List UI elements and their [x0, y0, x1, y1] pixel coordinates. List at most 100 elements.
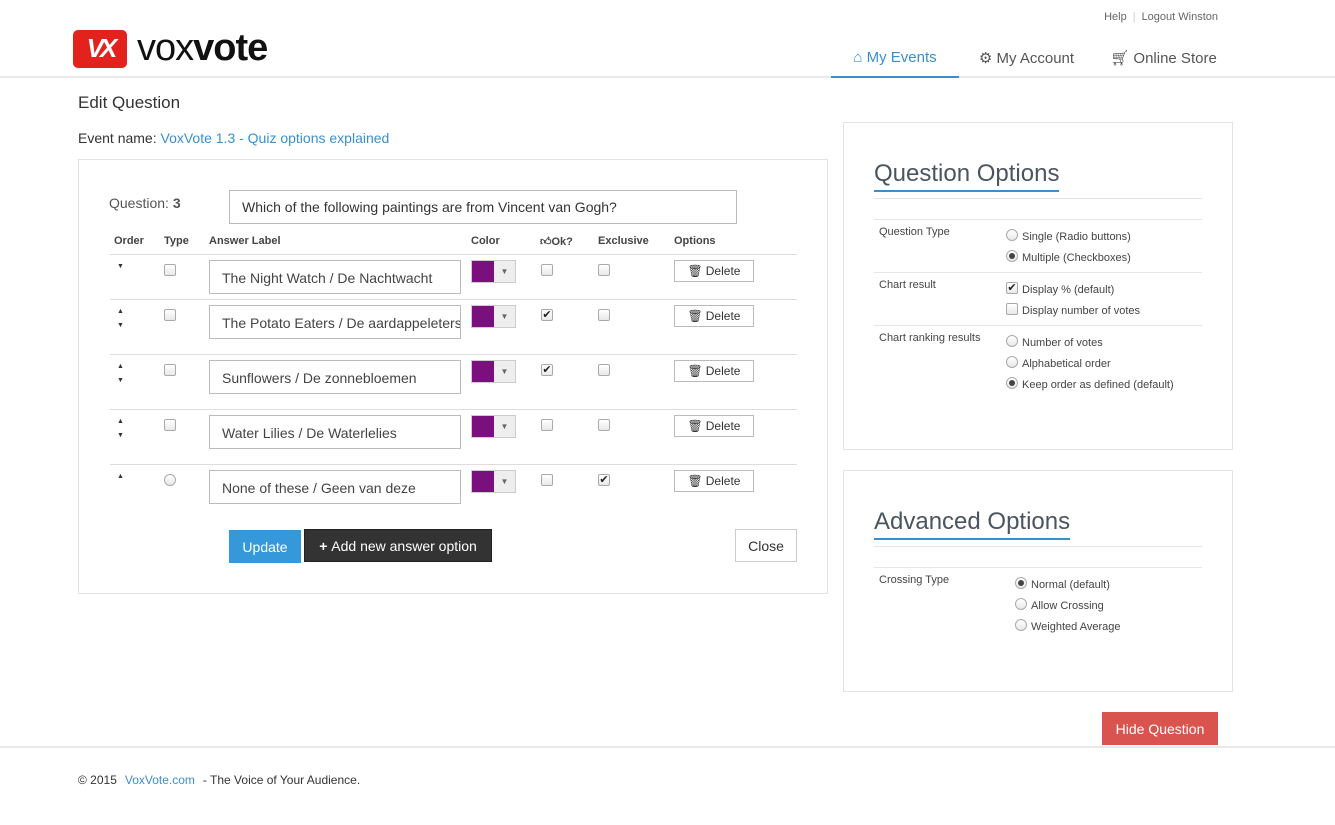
answer-label-input[interactable]: Sunflowers / De zonnebloemen	[209, 360, 461, 394]
move-up-icon[interactable]: ▲	[117, 418, 124, 425]
exclusive-checkbox[interactable]	[598, 264, 610, 276]
option-radio[interactable]	[1015, 619, 1027, 631]
col-options: Options	[674, 235, 716, 247]
move-down-icon[interactable]: ▼	[117, 322, 124, 329]
exclusive-checkbox[interactable]	[598, 364, 610, 376]
option-checkbox[interactable]	[1006, 303, 1018, 315]
type-checkbox[interactable]	[164, 364, 176, 376]
event-name: Event name: VoxVote 1.3 - Quiz options e…	[78, 130, 390, 146]
option-label: Allow Crossing	[1031, 600, 1104, 612]
option-label: Keep order as defined (default)	[1022, 379, 1174, 391]
move-up-icon[interactable]: ▲	[117, 473, 124, 480]
question-number: Question: 3	[109, 195, 181, 211]
option-group-label: Chart result	[879, 279, 936, 291]
option-radio[interactable]	[1006, 356, 1018, 368]
update-button[interactable]: Update	[229, 530, 301, 563]
option-radio[interactable]	[1015, 577, 1027, 589]
home-icon: ⌂	[853, 48, 867, 66]
ok-checkbox[interactable]	[541, 474, 553, 486]
delete-button[interactable]: 🗑︎ Delete	[674, 305, 754, 327]
option-label: Single (Radio buttons)	[1022, 231, 1131, 243]
add-answer-button[interactable]: + Add new answer option	[304, 529, 492, 562]
footer: © 2015 VoxVote.com - The Voice of Your Aud…	[78, 773, 361, 787]
answer-label-input[interactable]: The Potato Eaters / De aardappeleters	[209, 305, 461, 339]
cart-icon: 🛒︎	[1110, 50, 1134, 67]
move-up-icon[interactable]: ▲	[117, 308, 124, 315]
exclusive-checkbox[interactable]	[598, 309, 610, 321]
color-picker[interactable]: ▼	[471, 360, 516, 383]
trash-icon: 🗑︎	[687, 419, 703, 433]
ok-checkbox[interactable]	[541, 419, 553, 431]
caret-down-icon: ▼	[500, 477, 509, 486]
color-picker[interactable]: ▼	[471, 260, 516, 283]
nav-online-store[interactable]: 🛒︎ Online Store	[1105, 38, 1222, 78]
col-ok: 👍︎Ok?	[540, 236, 573, 248]
footer-link[interactable]: VoxVote.com	[125, 773, 195, 787]
header: VX vox vote Help | Logout Winston ⌂ My Even…	[0, 0, 1335, 78]
ok-checkbox[interactable]: ✔	[541, 364, 553, 376]
col-color: Color	[471, 235, 500, 247]
delete-button[interactable]: 🗑︎ Delete	[674, 470, 754, 492]
ok-checkbox[interactable]	[541, 264, 553, 276]
question-text-input[interactable]: Which of the following paintings are fro…	[229, 190, 737, 224]
option-radio[interactable]	[1006, 250, 1018, 262]
col-exclusive: Exclusive	[598, 235, 649, 247]
top-links: Help | Logout Winston	[1104, 11, 1218, 23]
option-group-label: Crossing Type	[879, 574, 950, 586]
type-checkbox[interactable]	[164, 264, 176, 276]
nav-my-events[interactable]: ⌂ My Events	[831, 38, 959, 78]
logo-mark-icon: VX	[73, 29, 127, 68]
caret-down-icon: ▼	[500, 422, 509, 431]
option-radio[interactable]	[1015, 598, 1027, 610]
delete-button[interactable]: 🗑︎ Delete	[674, 360, 754, 382]
option-label: Normal (default)	[1031, 579, 1110, 591]
move-down-icon[interactable]: ▼	[117, 432, 124, 439]
type-checkbox[interactable]	[164, 419, 176, 431]
voxvote-logo[interactable]: VX vox vote	[73, 27, 268, 70]
help-link[interactable]: Help	[1104, 11, 1127, 23]
exclusive-checkbox[interactable]: ✔	[598, 474, 610, 486]
type-checkbox[interactable]	[164, 309, 176, 321]
option-label: Multiple (Checkboxes)	[1022, 252, 1131, 264]
option-label: Alphabetical order	[1022, 358, 1111, 370]
trash-icon: 🗑︎	[687, 474, 703, 488]
caret-down-icon: ▼	[500, 312, 509, 321]
advanced-options-title: Advanced Options	[874, 508, 1071, 540]
option-radio[interactable]	[1006, 335, 1018, 347]
move-down-icon[interactable]: ▼	[117, 263, 124, 270]
hide-question-button[interactable]: Hide Question	[1102, 712, 1218, 745]
color-picker[interactable]: ▼	[471, 415, 516, 438]
logout-link[interactable]: Logout Winston	[1142, 11, 1218, 23]
move-up-icon[interactable]: ▲	[117, 363, 124, 370]
ok-checkbox[interactable]: ✔	[541, 309, 553, 321]
color-picker[interactable]: ▼	[471, 305, 516, 328]
answer-label-input[interactable]: The Night Watch / De Nachtwacht	[209, 260, 461, 294]
trash-icon: 🗑︎	[687, 309, 703, 323]
option-checkbox[interactable]: ✔	[1006, 282, 1018, 294]
page-title: Edit Question	[78, 93, 181, 112]
col-order: Order	[114, 235, 144, 247]
col-type: Type	[164, 235, 189, 247]
answer-label-input[interactable]: Water Lilies / De Waterlelies	[209, 415, 461, 449]
color-picker[interactable]: ▼	[471, 470, 516, 493]
nav-my-account[interactable]: ⚙ My Account	[970, 38, 1083, 78]
option-group-label: Chart ranking results	[879, 332, 981, 344]
option-label: Weighted Average	[1031, 621, 1121, 633]
option-radio[interactable]	[1006, 229, 1018, 241]
caret-down-icon: ▼	[500, 367, 509, 376]
option-label: Number of votes	[1022, 337, 1103, 349]
col-answer-label: Answer Label	[209, 235, 281, 247]
caret-down-icon: ▼	[500, 267, 509, 276]
thumbs-up-icon: 👍︎	[540, 236, 552, 248]
delete-button[interactable]: 🗑︎ Delete	[674, 415, 754, 437]
trash-icon: 🗑︎	[687, 264, 703, 278]
delete-button[interactable]: 🗑︎ Delete	[674, 260, 754, 282]
option-label: Display number of votes	[1022, 305, 1140, 317]
exclusive-checkbox[interactable]	[598, 419, 610, 431]
close-button[interactable]: Close	[735, 529, 797, 562]
answer-label-input[interactable]: None of these / Geen van deze	[209, 470, 461, 504]
option-radio[interactable]	[1006, 377, 1018, 389]
event-link[interactable]: VoxVote 1.3 - Quiz options explained	[161, 130, 390, 146]
type-radio[interactable]	[164, 474, 176, 486]
move-down-icon[interactable]: ▼	[117, 377, 124, 384]
